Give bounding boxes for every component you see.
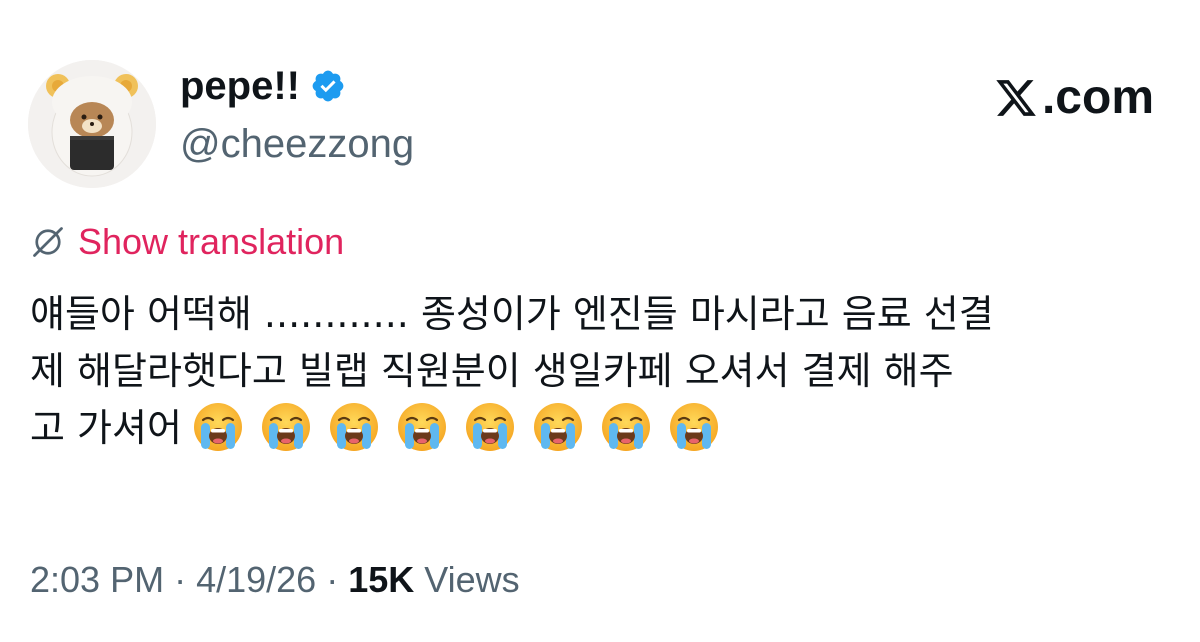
loudly-crying-face-icon <box>464 401 516 453</box>
x-com-brand: .com <box>994 74 1154 122</box>
tweet-meta: 2:03 PM · 4/19/26 · 15K Views <box>30 562 520 598</box>
loudly-crying-face-icon <box>396 401 448 453</box>
loudly-crying-face-icon <box>600 401 652 453</box>
tweet-text-line: 제 해달라햇다고 빌랩 직원분이 생일카페 오셔서 결제 해주 <box>30 349 954 393</box>
tweet-card: pepe!! @cheezzong .com Show translation <box>0 0 1200 642</box>
avatar[interactable] <box>28 60 156 188</box>
display-name[interactable]: pepe!! <box>180 66 300 106</box>
views-label: Views <box>424 559 520 600</box>
tweet-time[interactable]: 2:03 PM <box>30 562 164 598</box>
loudly-crying-face-icon <box>532 401 584 453</box>
brand-domain-label: .com <box>1041 71 1154 124</box>
author-name-row[interactable]: pepe!! <box>180 66 346 106</box>
loudly-crying-face-icon <box>328 401 380 453</box>
x-logo-icon <box>994 76 1038 120</box>
bear-avatar-icon <box>28 60 156 188</box>
loudly-crying-face-icon <box>192 401 244 453</box>
views-count: 15K <box>348 559 415 600</box>
tweet-text-line: 얘들아 어떡해 ............ 종성이가 엔진들 마시라고 음료 선결 <box>30 292 994 336</box>
loudly-crying-face-icon <box>668 401 720 453</box>
loudly-crying-face-icon <box>260 401 312 453</box>
show-translation-label[interactable]: Show translation <box>78 224 344 260</box>
author-handle[interactable]: @cheezzong <box>180 124 414 164</box>
tweet-text-line-content: 고 가셔어 <box>30 406 182 450</box>
emoji-row <box>192 401 720 453</box>
tweet-text: 얘들아 어떡해 ............ 종성이가 엔진들 마시라고 음료 선결… <box>30 286 1180 457</box>
verified-badge-icon <box>310 68 346 104</box>
meta-separator: · <box>326 559 339 600</box>
globe-icon <box>30 224 66 260</box>
tweet-text-line-last: 고 가셔어 <box>30 400 1180 457</box>
tweet-date[interactable]: 4/19/26 <box>196 562 316 598</box>
show-translation-button[interactable]: Show translation <box>30 224 344 260</box>
meta-separator: · <box>174 559 187 600</box>
